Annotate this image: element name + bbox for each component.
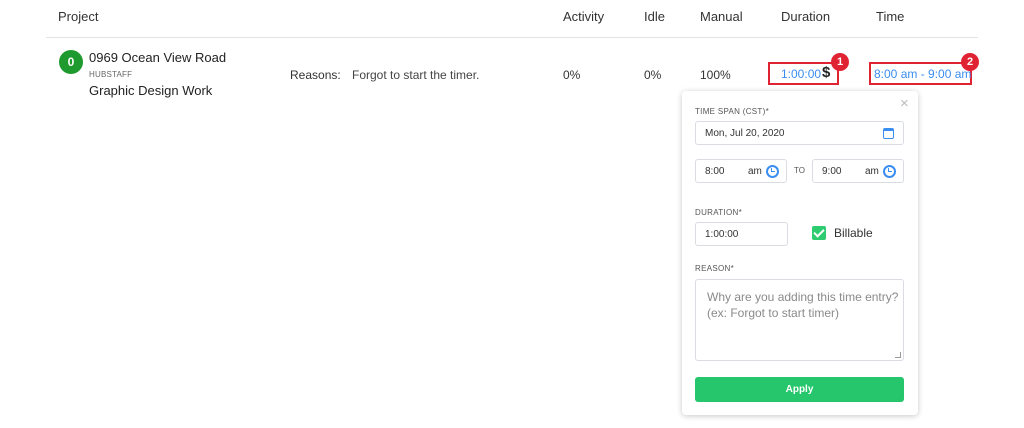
start-time-value: 8:00 <box>705 166 725 177</box>
edit-time-popover: × TIME SPAN (CST)* Mon, Jul 20, 2020 8:0… <box>682 91 918 415</box>
duration-value: 1:00:00 <box>705 229 739 240</box>
end-time-value: 9:00 <box>822 166 842 177</box>
reason-textarea[interactable]: Why are you adding this time entry? (ex:… <box>695 279 904 361</box>
resize-handle-icon[interactable] <box>895 352 901 358</box>
annotation-marker-2: 2 <box>961 53 979 71</box>
reasons-label: Reasons: <box>290 68 341 82</box>
header-divider <box>46 37 978 38</box>
project-name: 0969 Ocean View Road <box>89 50 227 65</box>
start-clock-icon[interactable] <box>766 165 779 178</box>
reasons-text: Forgot to start the timer. <box>352 68 480 82</box>
start-ampm[interactable]: am <box>748 166 762 177</box>
end-time-field[interactable]: 9:00 am <box>812 159 904 183</box>
task-name: Graphic Design Work <box>89 83 213 98</box>
annotation-marker-1: 1 <box>831 53 849 71</box>
end-ampm[interactable]: am <box>865 166 879 177</box>
time-range-link[interactable]: 8:00 am - 9:00 am <box>874 67 971 81</box>
project-avatar: 0 <box>59 50 83 74</box>
to-label: TO <box>794 166 805 175</box>
column-header-duration[interactable]: Duration <box>781 9 830 24</box>
close-icon[interactable]: × <box>900 95 909 112</box>
date-value: Mon, Jul 20, 2020 <box>705 128 785 139</box>
end-clock-icon[interactable] <box>883 165 896 178</box>
duration-link[interactable]: 1:00:00 <box>781 67 821 81</box>
start-time-field[interactable]: 8:00 am <box>695 159 787 183</box>
reason-label: REASON* <box>695 264 734 273</box>
reason-placeholder: Why are you adding this time entry? (ex:… <box>707 290 899 320</box>
table-header: Project Activity Idle Manual Duration Ti… <box>0 0 1024 37</box>
date-field[interactable]: Mon, Jul 20, 2020 <box>695 121 904 145</box>
column-header-time[interactable]: Time <box>876 9 904 24</box>
apply-button[interactable]: Apply <box>695 377 904 402</box>
column-header-idle[interactable]: Idle <box>644 9 665 24</box>
column-header-activity[interactable]: Activity <box>563 9 604 24</box>
column-header-manual[interactable]: Manual <box>700 9 743 24</box>
duration-field[interactable]: 1:00:00 <box>695 222 788 246</box>
calendar-icon[interactable] <box>883 128 894 139</box>
column-header-project[interactable]: Project <box>58 9 98 24</box>
billable-checkbox[interactable] <box>812 226 826 240</box>
activity-value: 0% <box>563 68 581 82</box>
duration-label: DURATION* <box>695 208 742 217</box>
billable-label[interactable]: Billable <box>834 226 873 240</box>
organization-name: HUBSTAFF <box>89 70 133 79</box>
manual-value: 100% <box>700 68 731 82</box>
time-span-label: TIME SPAN (CST)* <box>695 107 769 116</box>
billable-dollar-icon: $ <box>822 64 831 81</box>
idle-value: 0% <box>644 68 662 82</box>
